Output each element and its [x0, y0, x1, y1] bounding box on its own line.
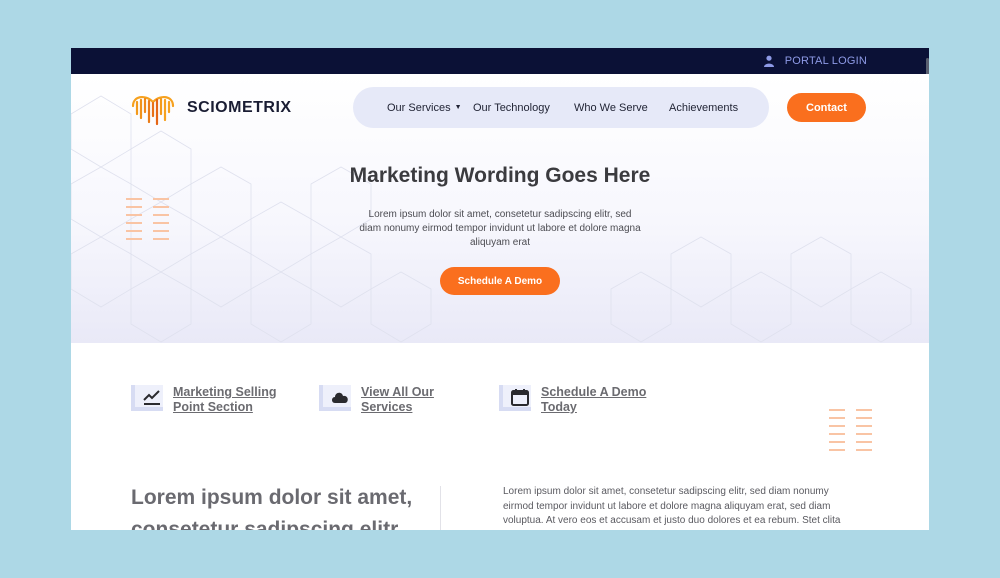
- nav-item-our-technology[interactable]: Our Technology: [473, 87, 550, 128]
- user-icon: [763, 55, 774, 67]
- nav-item-label: Achievements: [669, 101, 739, 114]
- feature-selling-point[interactable]: Marketing Selling Point Section: [131, 385, 277, 415]
- nav-item-achievements[interactable]: Achievements: [669, 87, 738, 128]
- nav-item-label: Our Services: [387, 101, 451, 114]
- trending-chart-icon: [143, 390, 160, 405]
- brand-name: SCIOMETRIX: [187, 99, 292, 116]
- cloud-icon: [332, 392, 348, 403]
- feature-icon-frame: [131, 385, 163, 411]
- portal-login-link[interactable]: PORTAL LOGIN: [763, 48, 867, 74]
- feature-line: Schedule A Demo: [541, 385, 647, 399]
- sciometrix-logo-icon: [131, 96, 175, 126]
- feature-line: Point Section: [173, 400, 253, 414]
- decorative-lines: [829, 406, 872, 454]
- nav-item-our-services[interactable]: Our Services ▼: [387, 87, 462, 128]
- feature-line: View All Our: [361, 385, 434, 399]
- brand-logo[interactable]: SCIOMETRIX: [129, 90, 292, 126]
- feature-view-services[interactable]: View All Our Services: [319, 385, 434, 415]
- nav-item-who-we-serve[interactable]: Who We Serve: [574, 87, 648, 128]
- feature-icon-frame: [499, 385, 531, 411]
- hero-title: Marketing Wording Goes Here: [349, 164, 651, 187]
- portal-login-label: PORTAL LOGIN: [784, 55, 867, 67]
- hero-section: SCIOMETRIX Our Services ▼ Our Technology…: [71, 74, 929, 343]
- contact-button[interactable]: Contact: [787, 93, 866, 122]
- hero-subtitle: Lorem ipsum dolor sit amet, consetetur s…: [359, 209, 641, 248]
- intro-heading-continued: consetetur sadipscing elitr,: [131, 518, 403, 530]
- feature-schedule-demo[interactable]: Schedule A Demo Today: [499, 385, 646, 415]
- nav-item-label: Our Technology: [473, 101, 550, 114]
- calendar-icon: [511, 389, 529, 406]
- top-bar: PORTAL LOGIN: [71, 48, 929, 74]
- feature-line: Marketing Selling: [173, 385, 277, 399]
- schedule-demo-button[interactable]: Schedule A Demo: [440, 267, 560, 295]
- browser-viewport: PORTAL LOGIN SCIOMETRIX Our Services ▼ O…: [71, 48, 929, 530]
- feature-icon-frame: [319, 385, 351, 411]
- feature-line: Services: [361, 400, 413, 414]
- feature-link-text: View All Our Services: [361, 385, 434, 415]
- vertical-divider: [440, 486, 441, 530]
- feature-link-text: Marketing Selling Point Section: [173, 385, 277, 415]
- decorative-lines: [126, 195, 169, 243]
- feature-link-text: Schedule A Demo Today: [541, 385, 646, 415]
- intro-paragraph: Lorem ipsum dolor sit amet, consetetur s…: [503, 486, 841, 526]
- feature-line: Today: [541, 400, 577, 414]
- main-navigation: Our Services ▼ Our Technology Who We Ser…: [353, 87, 769, 128]
- nav-item-label: Who We Serve: [574, 101, 648, 114]
- intro-heading: Lorem ipsum dolor sit amet,: [131, 486, 413, 509]
- caret-down-icon: ▼: [454, 104, 462, 111]
